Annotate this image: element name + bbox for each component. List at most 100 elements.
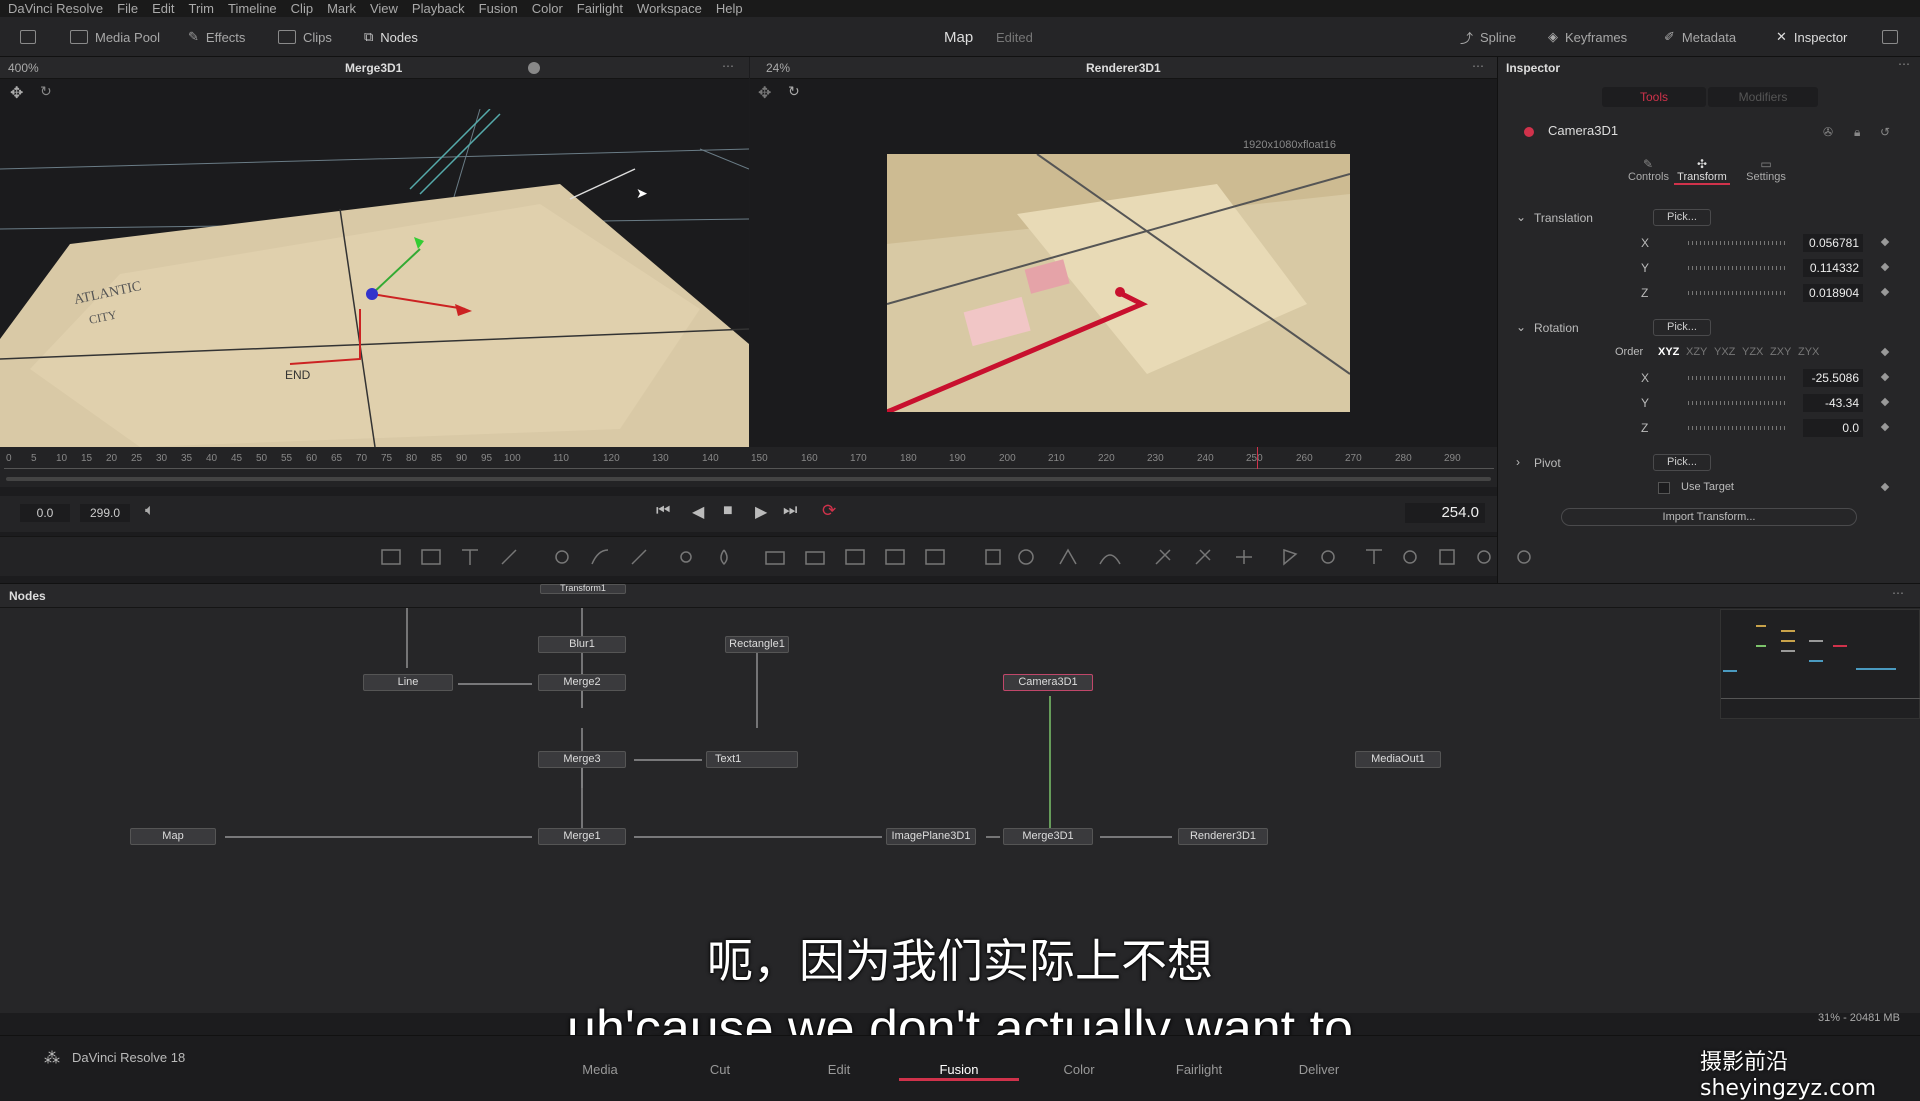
- left-viewer-zoom[interactable]: 400%: [8, 61, 39, 75]
- page-fairlight[interactable]: Fairlight: [1139, 1062, 1259, 1077]
- node-rectangle[interactable]: Rectangle1: [725, 636, 789, 653]
- spline-button[interactable]: ⤴ Spline: [1460, 27, 1516, 47]
- nodes-more-icon[interactable]: ⋯: [1892, 586, 1904, 600]
- keyframe-icon[interactable]: [1880, 372, 1890, 382]
- timeline-scrollbar[interactable]: [6, 477, 1491, 481]
- order-zyx[interactable]: ZYX: [1798, 346, 1819, 358]
- menu-playback[interactable]: Playback: [412, 1, 465, 16]
- lock-icon[interactable]: 🔒︎: [1854, 125, 1860, 140]
- range-end-field[interactable]: 299.0: [80, 504, 130, 522]
- menu-app[interactable]: DaVinci Resolve: [8, 1, 103, 16]
- menu-color[interactable]: Color: [532, 1, 563, 16]
- viewer-record-icon[interactable]: [528, 62, 540, 74]
- node-map[interactable]: Map: [130, 828, 216, 845]
- playhead[interactable]: [1257, 447, 1258, 469]
- rotation-y-field[interactable]: -43.34: [1803, 394, 1863, 412]
- menu-fusion[interactable]: Fusion: [479, 1, 518, 16]
- stop-icon[interactable]: ■: [723, 502, 733, 520]
- left-viewer-more-icon[interactable]: ⋯: [722, 59, 734, 73]
- node-text[interactable]: Text1: [706, 751, 798, 768]
- rotation-header[interactable]: ⌄ Rotation Pick...: [1498, 317, 1920, 339]
- order-zxy[interactable]: ZXY: [1770, 346, 1791, 358]
- right-reset-icon[interactable]: ↻: [788, 83, 800, 100]
- pivot-header[interactable]: › Pivot Pick...: [1498, 452, 1920, 474]
- subtab-transform[interactable]: ✣ Transform: [1674, 157, 1730, 185]
- translation-z-slider[interactable]: [1688, 291, 1788, 295]
- audio-icon[interactable]: 🔈︎: [145, 502, 155, 520]
- pivot-pick-button[interactable]: Pick...: [1653, 454, 1711, 471]
- clips-button[interactable]: Clips: [278, 27, 332, 47]
- subtab-settings[interactable]: ▭ Settings: [1742, 157, 1790, 183]
- order-xzy[interactable]: XZY: [1686, 346, 1707, 358]
- order-yxz[interactable]: YXZ: [1714, 346, 1735, 358]
- node-imageplane3d[interactable]: ImagePlane3D1: [886, 828, 976, 845]
- menu-edit[interactable]: Edit: [152, 1, 174, 16]
- node-transform[interactable]: Transform1: [540, 584, 626, 594]
- order-xyz[interactable]: XYZ: [1658, 346, 1679, 358]
- node-mediaout[interactable]: MediaOut1: [1355, 751, 1441, 768]
- reset-node-icon[interactable]: ↺: [1880, 125, 1890, 139]
- menu-timeline[interactable]: Timeline: [228, 1, 277, 16]
- loop-icon[interactable]: ⟳: [822, 501, 836, 521]
- rotation-z-field[interactable]: 0.0: [1803, 419, 1863, 437]
- subtab-controls[interactable]: ✎ Controls: [1628, 157, 1669, 183]
- tab-tools[interactable]: Tools: [1602, 87, 1706, 107]
- node-line[interactable]: Line: [363, 674, 453, 691]
- page-color[interactable]: Color: [1019, 1062, 1139, 1077]
- keyframe-icon[interactable]: [1880, 422, 1890, 432]
- right-render-viewer[interactable]: 1920x1080xfloat16: [750, 109, 1497, 447]
- right-move-icon[interactable]: ✥: [758, 83, 771, 103]
- current-frame-field[interactable]: 254.0: [1405, 503, 1485, 523]
- translation-x-field[interactable]: 0.056781: [1803, 234, 1863, 252]
- timeline-ruler[interactable]: 0 5 10 15 20 25 30 35 40 45 50 55 60 65 …: [0, 447, 1497, 487]
- node-merge3[interactable]: Merge3: [538, 751, 626, 768]
- menu-workspace[interactable]: Workspace: [637, 1, 702, 16]
- menu-view[interactable]: View: [370, 1, 398, 16]
- range-start-field[interactable]: 0.0: [20, 504, 70, 522]
- order-yzx[interactable]: YZX: [1742, 346, 1763, 358]
- keyframe-icon[interactable]: [1880, 237, 1890, 247]
- keyframe-icon[interactable]: [1880, 347, 1890, 357]
- menu-help[interactable]: Help: [716, 1, 743, 16]
- rotation-z-slider[interactable]: [1688, 426, 1788, 430]
- node-merge1[interactable]: Merge1: [538, 828, 626, 845]
- panel-toggle-button[interactable]: [20, 27, 36, 47]
- translation-pick-button[interactable]: Pick...: [1653, 209, 1711, 226]
- node-merge2[interactable]: Merge2: [538, 674, 626, 691]
- node-minimap[interactable]: [1720, 609, 1920, 719]
- menu-clip[interactable]: Clip: [291, 1, 313, 16]
- menu-file[interactable]: File: [117, 1, 138, 16]
- page-edit[interactable]: Edit: [779, 1062, 899, 1077]
- inspector-button[interactable]: ✕ Inspector: [1776, 27, 1847, 47]
- use-target-checkbox[interactable]: [1658, 482, 1670, 494]
- page-fusion[interactable]: Fusion: [899, 1062, 1019, 1081]
- node-color-icon[interactable]: [1524, 127, 1534, 137]
- keyframe-icon[interactable]: [1880, 287, 1890, 297]
- play-icon[interactable]: ▶: [755, 502, 767, 522]
- translation-y-field[interactable]: 0.114332: [1803, 259, 1863, 277]
- toolbar-collapse-button[interactable]: [1882, 27, 1898, 47]
- keyframe-icon[interactable]: [1880, 397, 1890, 407]
- right-viewer-zoom[interactable]: 24%: [766, 61, 790, 75]
- page-cut[interactable]: Cut: [660, 1062, 780, 1077]
- media-pool-button[interactable]: Media Pool: [70, 27, 160, 47]
- rotation-x-slider[interactable]: [1688, 376, 1788, 380]
- pin-icon[interactable]: ✇: [1823, 125, 1833, 139]
- reset-icon[interactable]: ↻: [40, 83, 52, 100]
- page-media[interactable]: Media: [540, 1062, 660, 1077]
- keyframe-icon[interactable]: [1880, 482, 1890, 492]
- page-deliver[interactable]: Deliver: [1259, 1062, 1379, 1077]
- menu-fairlight[interactable]: Fairlight: [577, 1, 623, 16]
- translation-z-field[interactable]: 0.018904: [1803, 284, 1863, 302]
- play-reverse-icon[interactable]: ◀: [692, 502, 704, 522]
- import-transform-button[interactable]: Import Transform...: [1561, 508, 1857, 526]
- go-to-start-icon[interactable]: ⏮: [656, 502, 670, 520]
- translation-y-slider[interactable]: [1688, 266, 1788, 270]
- translation-header[interactable]: ⌄ Translation Pick...: [1498, 207, 1920, 229]
- menu-trim[interactable]: Trim: [189, 1, 215, 16]
- left-3d-viewer[interactable]: ATLANTIC CITY END ➤: [0, 109, 749, 447]
- metadata-button[interactable]: ✐ Metadata: [1664, 27, 1736, 47]
- rotation-x-field[interactable]: -25.5086: [1803, 369, 1863, 387]
- nodes-button[interactable]: ⧉ Nodes: [364, 27, 418, 47]
- right-viewer-more-icon[interactable]: ⋯: [1472, 59, 1484, 73]
